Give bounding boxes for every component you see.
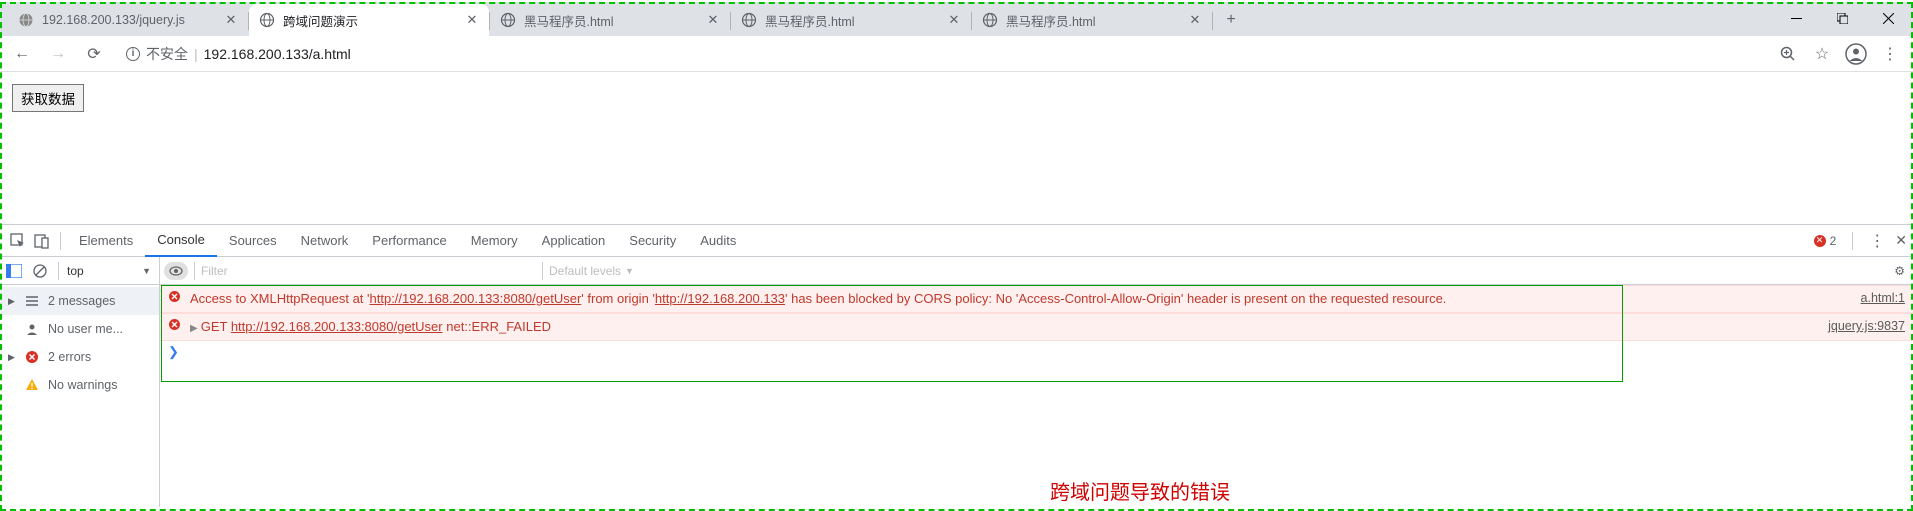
fetch-button[interactable]: 获取数据 [12,84,84,112]
error-message: ▶GET http://192.168.200.133:8080/getUser… [190,318,1820,336]
devtools-tab-memory[interactable]: Memory [459,225,530,257]
tab-title: 192.168.200.133/jquery.js [42,13,216,27]
page-content: 获取数据 [0,72,1913,224]
warning-icon [24,377,40,393]
sidebar-messages[interactable]: ▶ 2 messages [0,287,159,315]
console-error-row[interactable]: ▶GET http://192.168.200.133:8080/getUser… [160,313,1913,341]
minimize-button[interactable] [1773,2,1819,34]
clear-console-icon[interactable] [30,261,50,281]
live-expression-icon[interactable] [164,262,188,280]
globe-icon [259,12,275,28]
messages-icon [24,293,40,309]
close-icon[interactable]: ✕ [1188,13,1202,27]
annotation-label: 跨域问题导致的错误 [1050,476,1230,505]
error-icon [168,318,184,336]
globe-icon [982,12,998,28]
console-main: Filter Default levels▼ ⚙ Access to XMLHt… [160,257,1913,507]
maximize-button[interactable] [1819,2,1865,34]
tab-title: 跨域问题演示 [283,11,457,30]
browser-tab[interactable]: 192.168.200.133/jquery.js ✕ [8,4,248,36]
tab-title: 黑马程序员.html [765,11,939,30]
devtools-tab-network[interactable]: Network [289,225,361,257]
context-select[interactable]: top▼ [67,264,155,278]
devtools-close-icon[interactable]: ✕ [1895,232,1907,249]
devtools-tab-performance[interactable]: Performance [360,225,458,257]
url-text: 192.168.200.133/a.html [204,46,351,62]
sidebar-user-messages[interactable]: No user me... [0,315,159,343]
devtools-tab-audits[interactable]: Audits [688,225,748,257]
globe-icon [500,12,516,28]
chevron-right-icon: ▶ [8,352,16,363]
browser-tab[interactable]: 黑马程序员.html ✕ [731,4,971,36]
sidebar-errors[interactable]: ▶ 2 errors [0,343,159,371]
globe-icon [741,12,757,28]
console-filter-bar: Filter Default levels▼ ⚙ [160,257,1913,285]
sidebar-toggle-icon[interactable] [4,261,24,281]
console-prompt[interactable]: ❯ [160,341,1913,364]
menu-icon[interactable]: ⋮ [1879,43,1901,65]
zoom-icon[interactable] [1777,43,1799,65]
console-sidebar: top▼ ▶ 2 messages No user me... ▶ 2 erro… [0,257,160,507]
inspect-element-icon[interactable] [6,233,30,249]
tab-title: 黑马程序员.html [524,11,698,30]
user-avatar-icon[interactable] [1845,43,1867,65]
device-toolbar-icon[interactable] [30,233,54,249]
devtools-tab-console[interactable]: Console [145,225,217,257]
security-label: 不安全 [146,44,188,64]
error-count-badge[interactable]: ✕2 [1814,234,1837,248]
devtools-menu-icon[interactable]: ⋮ [1869,231,1885,251]
address-bar: ← → ⟳ i 不安全 | 192.168.200.133/a.html ☆ ⋮ [0,36,1913,72]
window-close-button[interactable] [1865,2,1911,34]
console-settings-icon[interactable]: ⚙ [1894,264,1905,278]
forward-button[interactable]: → [44,40,72,68]
source-link[interactable]: jquery.js:9837 [1820,318,1905,336]
source-link[interactable]: a.html:1 [1853,290,1905,308]
filter-input[interactable]: Filter [201,264,536,278]
devtools-panel: Elements Console Sources Network Perform… [0,224,1913,507]
error-dot-icon: ✕ [1814,235,1826,247]
browser-tab-strip: 192.168.200.133/jquery.js ✕ 跨域问题演示 ✕ 黑马程… [0,2,1913,36]
console-output: Access to XMLHttpRequest at 'http://192.… [160,285,1913,507]
error-message: Access to XMLHttpRequest at 'http://192.… [190,290,1853,308]
window-controls [1773,2,1911,34]
chevron-right-icon: ▶ [8,296,16,307]
devtools-tab-elements[interactable]: Elements [67,225,145,257]
browser-tab[interactable]: 黑马程序员.html ✕ [972,4,1212,36]
bookmark-star-icon[interactable]: ☆ [1811,43,1833,65]
error-icon [24,349,40,365]
devtools-tab-application[interactable]: Application [530,225,618,257]
devtools-tab-security[interactable]: Security [617,225,688,257]
browser-tab-active[interactable]: 跨域问题演示 ✕ [249,4,489,36]
error-icon [168,290,184,308]
log-levels-select[interactable]: Default levels▼ [549,264,634,278]
sidebar-warnings[interactable]: No warnings [0,371,159,399]
url-input[interactable]: i 不安全 | 192.168.200.133/a.html [116,40,1769,68]
back-button[interactable]: ← [8,40,36,68]
close-icon[interactable]: ✕ [706,13,720,27]
chevron-right-icon[interactable]: ▶ [190,323,198,334]
devtools-tab-bar: Elements Console Sources Network Perform… [0,225,1913,257]
devtools-tab-sources[interactable]: Sources [217,225,289,257]
reload-button[interactable]: ⟳ [80,40,108,68]
console-error-row[interactable]: Access to XMLHttpRequest at 'http://192.… [160,285,1913,313]
close-icon[interactable]: ✕ [947,13,961,27]
tab-title: 黑马程序员.html [1006,11,1180,30]
new-tab-button[interactable]: + [1217,6,1245,34]
globe-icon [18,12,34,28]
browser-tab[interactable]: 黑马程序员.html ✕ [490,4,730,36]
info-icon: i [126,47,140,61]
user-icon [24,321,40,337]
close-icon[interactable]: ✕ [465,13,479,27]
close-icon[interactable]: ✕ [224,13,238,27]
